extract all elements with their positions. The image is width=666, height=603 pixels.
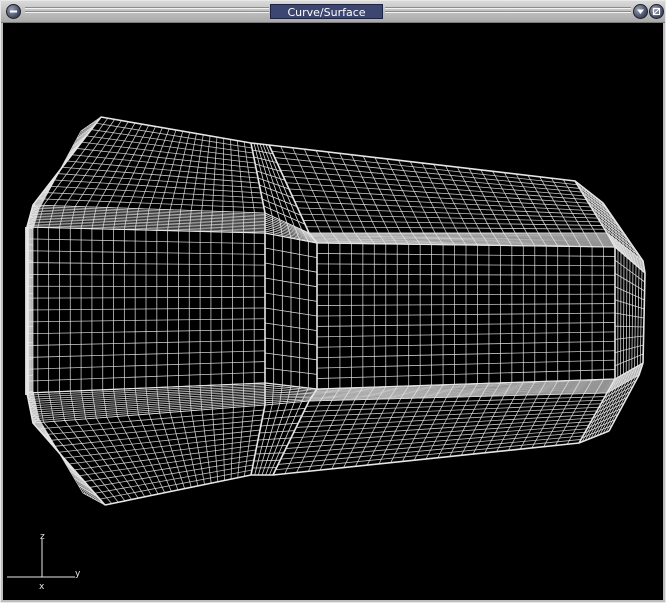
y-axis-label: y: [75, 569, 81, 579]
axis-triad: z y x: [7, 533, 81, 592]
window-restore-button[interactable]: [649, 4, 664, 19]
application-window: Curve/Surface z y x: [0, 0, 666, 603]
chevron-down-icon: [637, 9, 644, 14]
x-axis-label: x: [39, 582, 45, 592]
restore-icon: [652, 7, 661, 16]
title-bar-groove-left: [25, 7, 269, 8]
title-bar-groove-right: [385, 7, 631, 8]
wireframe-surface-mesh: [25, 116, 646, 506]
window-title: Curve/Surface: [270, 4, 383, 19]
window-menu-button[interactable]: [6, 4, 21, 19]
title-bar[interactable]: Curve/Surface: [1, 1, 665, 23]
minus-icon: [10, 10, 17, 13]
z-axis-label: z: [40, 533, 45, 542]
window-shade-button[interactable]: [633, 4, 648, 19]
3d-viewport[interactable]: z y x: [3, 23, 663, 600]
